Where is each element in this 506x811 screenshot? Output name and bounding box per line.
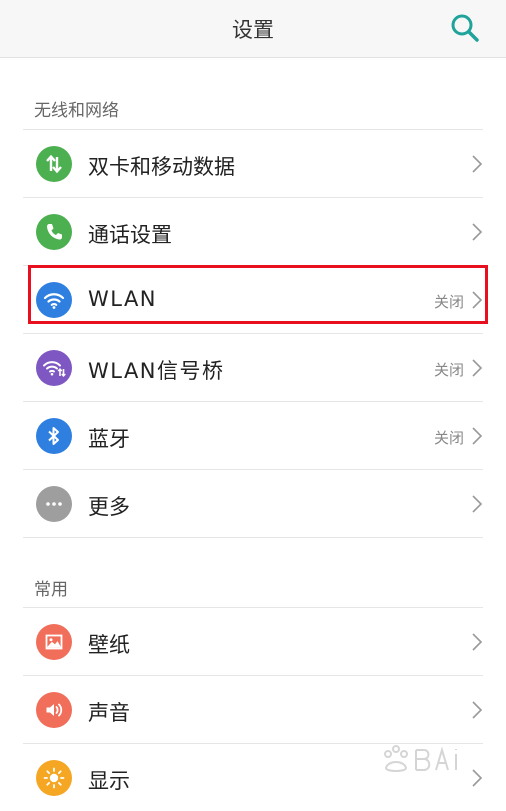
settings-item-label: 显示 <box>88 765 130 795</box>
settings-item-label: 蓝牙 <box>88 423 130 453</box>
settings-item-label: 声音 <box>88 697 130 727</box>
chevron-right-icon <box>471 494 483 514</box>
settings-item-label: 更多 <box>88 491 130 521</box>
section-title-wireless: 无线和网络 <box>34 96 119 121</box>
settings-item-label: 壁纸 <box>88 629 130 659</box>
settings-item-label: 双卡和移动数据 <box>88 151 235 181</box>
settings-item-sound[interactable]: 声音 <box>0 676 506 743</box>
sound-icon <box>36 692 72 728</box>
section-title-common: 常用 <box>34 575 68 600</box>
settings-item-label: WLAN信号桥 <box>88 355 225 385</box>
status-text: 关闭 <box>434 427 464 448</box>
settings-item-wlan-bridge[interactable]: WLAN信号桥 关闭 <box>0 334 506 401</box>
chevron-right-icon <box>471 290 483 310</box>
display-icon <box>36 760 72 796</box>
status-text: 关闭 <box>434 291 464 312</box>
settings-item-label: 通话设置 <box>88 219 172 249</box>
page-title: 设置 <box>0 14 506 44</box>
settings-item-call-settings[interactable]: 通话设置 <box>0 198 506 265</box>
status-text: 关闭 <box>434 359 464 380</box>
search-button[interactable] <box>449 12 481 44</box>
settings-item-dual-sim-data[interactable]: 双卡和移动数据 <box>0 130 506 197</box>
title-bar: 设置 <box>0 0 506 58</box>
chevron-right-icon <box>471 426 483 446</box>
wifi-bridge-icon <box>36 350 72 386</box>
settings-item-bluetooth[interactable]: 蓝牙 关闭 <box>0 402 506 469</box>
chevron-right-icon <box>471 768 483 788</box>
chevron-right-icon <box>471 700 483 720</box>
chevron-right-icon <box>471 154 483 174</box>
settings-item-wallpaper[interactable]: 壁纸 <box>0 608 506 675</box>
search-icon <box>449 12 481 44</box>
settings-item-more[interactable]: 更多 <box>0 470 506 537</box>
settings-item-label: WLAN <box>88 287 157 311</box>
chevron-right-icon <box>471 632 483 652</box>
bluetooth-icon <box>36 418 72 454</box>
settings-item-display[interactable]: 显示 <box>0 744 506 811</box>
chevron-right-icon <box>471 222 483 242</box>
wallpaper-icon <box>36 624 72 660</box>
wifi-icon <box>36 282 72 318</box>
dual-sim-data-icon <box>36 146 72 182</box>
settings-item-wlan[interactable]: WLAN 关闭 <box>0 266 506 333</box>
phone-icon <box>36 214 72 250</box>
more-icon <box>36 486 72 522</box>
chevron-right-icon <box>471 358 483 378</box>
divider <box>23 537 483 538</box>
